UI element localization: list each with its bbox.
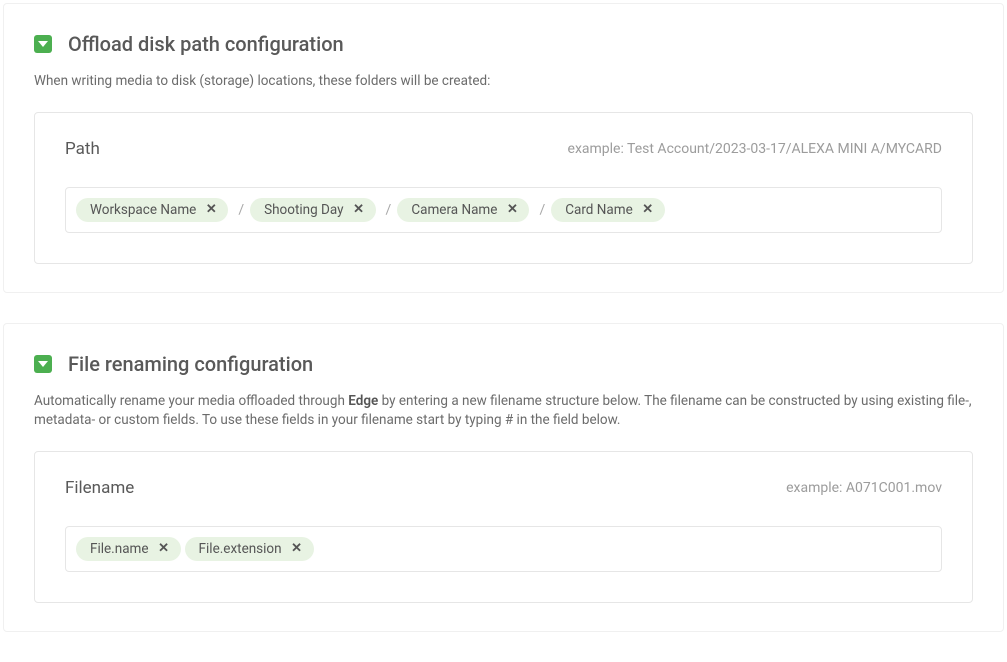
- remove-token-icon[interactable]: ✕: [157, 542, 171, 556]
- chevron-down-icon: [38, 41, 48, 47]
- token-label: Camera Name: [411, 202, 497, 218]
- path-token-field[interactable]: Workspace Name ✕ / Shooting Day ✕ / Came…: [65, 187, 942, 233]
- filename-config-header: Filename example: A071C001.mov: [65, 478, 942, 498]
- remove-token-icon[interactable]: ✕: [352, 203, 366, 217]
- filename-token-field[interactable]: File.name ✕ File.extension ✕: [65, 526, 942, 572]
- path-separator: /: [539, 202, 545, 218]
- renaming-panel: File renaming configuration Automaticall…: [3, 323, 1004, 632]
- offload-panel-header: Offload disk path configuration: [34, 32, 973, 56]
- offload-panel-title: Offload disk path configuration: [68, 32, 344, 56]
- token-camera-name[interactable]: Camera Name ✕: [397, 198, 529, 222]
- path-separator: /: [238, 202, 244, 218]
- token-label: Workspace Name: [90, 202, 196, 218]
- token-file-name[interactable]: File.name ✕: [76, 537, 181, 561]
- collapse-toggle-button[interactable]: [34, 35, 52, 53]
- path-config-box: Path example: Test Account/2023-03-17/AL…: [34, 112, 973, 264]
- path-label: Path: [65, 139, 100, 159]
- renaming-desc-strong: Edge: [348, 393, 378, 409]
- filename-example: example: A071C001.mov: [786, 480, 942, 496]
- token-file-extension[interactable]: File.extension ✕: [185, 537, 314, 561]
- collapse-toggle-button[interactable]: [34, 355, 52, 373]
- token-label: Shooting Day: [264, 202, 343, 218]
- token-label: File.name: [90, 541, 149, 557]
- renaming-panel-title: File renaming configuration: [68, 352, 313, 376]
- token-card-name[interactable]: Card Name ✕: [551, 198, 665, 222]
- chevron-down-icon: [38, 361, 48, 367]
- remove-token-icon[interactable]: ✕: [641, 203, 655, 217]
- path-separator: /: [386, 202, 392, 218]
- filename-config-box: Filename example: A071C001.mov File.name…: [34, 451, 973, 603]
- offload-panel: Offload disk path configuration When wri…: [3, 3, 1004, 293]
- token-label: Card Name: [565, 202, 633, 218]
- renaming-desc-pre: Automatically rename your media offloade…: [34, 393, 348, 409]
- path-example: example: Test Account/2023-03-17/ALEXA M…: [568, 141, 942, 157]
- offload-panel-description: When writing media to disk (storage) loc…: [34, 72, 973, 92]
- renaming-panel-header: File renaming configuration: [34, 352, 973, 376]
- token-workspace-name[interactable]: Workspace Name ✕: [76, 198, 228, 222]
- token-label: File.extension: [199, 541, 282, 557]
- remove-token-icon[interactable]: ✕: [290, 542, 304, 556]
- remove-token-icon[interactable]: ✕: [204, 203, 218, 217]
- remove-token-icon[interactable]: ✕: [505, 203, 519, 217]
- token-shooting-day[interactable]: Shooting Day ✕: [250, 198, 375, 222]
- path-config-header: Path example: Test Account/2023-03-17/AL…: [65, 139, 942, 159]
- filename-label: Filename: [65, 478, 134, 498]
- renaming-panel-description: Automatically rename your media offloade…: [34, 392, 973, 431]
